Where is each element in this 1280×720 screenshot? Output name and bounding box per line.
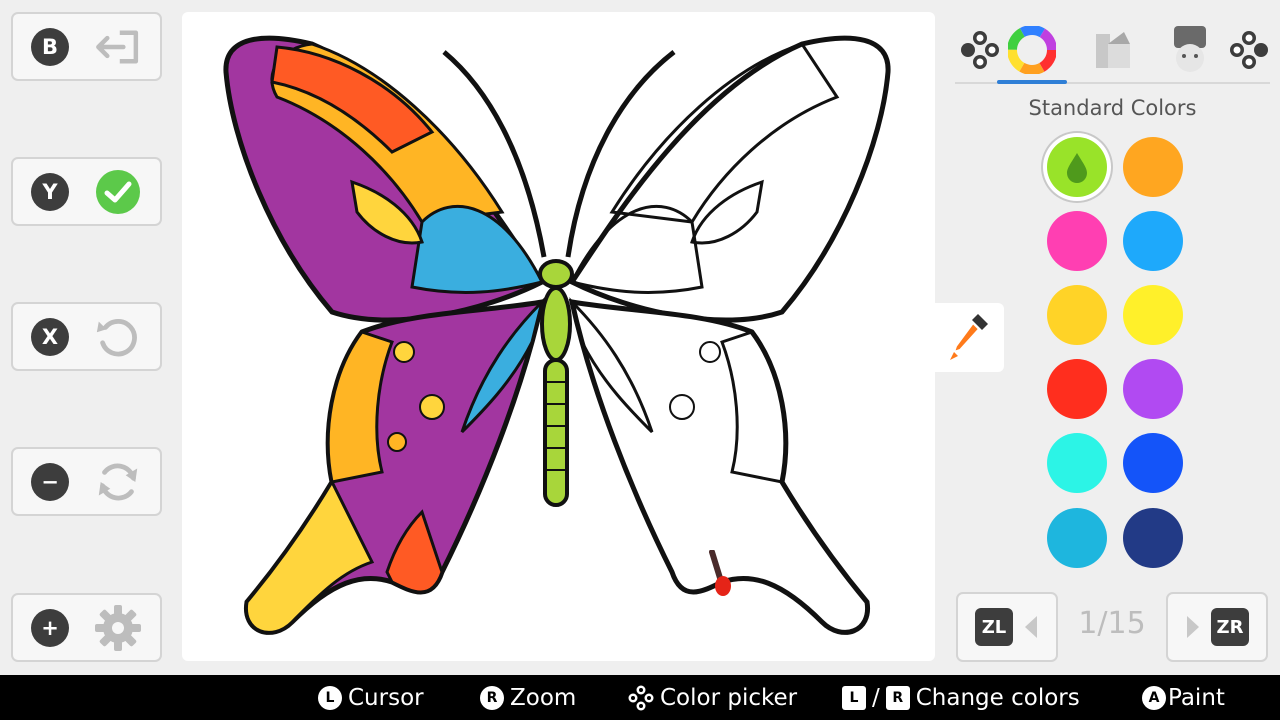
hint-change-colors: L / R Change colors <box>842 675 1080 720</box>
minus-key-icon: − <box>31 462 69 501</box>
hint-zoom-label: Zoom <box>510 684 577 711</box>
hint-slash: / <box>872 684 880 711</box>
page-count: 1/15 <box>1078 606 1146 641</box>
color-swatch[interactable] <box>1123 211 1183 271</box>
coloring-canvas[interactable] <box>182 12 935 661</box>
tab-textures[interactable] <box>1081 18 1143 82</box>
color-swatch[interactable] <box>1123 285 1183 345</box>
settings-button[interactable]: + <box>11 593 162 662</box>
palette-title: Standard Colors <box>1028 96 1197 120</box>
hint-color-picker: Color picker <box>628 675 797 720</box>
r-key-icon: R <box>885 685 910 710</box>
b-key-icon: B <box>31 27 69 66</box>
color-swatch[interactable] <box>1123 508 1183 568</box>
brush-cursor-icon <box>709 550 731 596</box>
dpad-left-icon <box>961 31 999 69</box>
left-stick-icon: L <box>318 685 342 710</box>
drop-icon <box>1067 153 1087 183</box>
exit-button[interactable]: B <box>11 12 162 81</box>
color-swatch[interactable] <box>1123 433 1183 493</box>
hint-color-picker-label: Color picker <box>660 684 798 711</box>
reset-button[interactable]: − <box>11 447 162 516</box>
confirm-button[interactable]: Y <box>11 157 162 226</box>
hint-change-colors-label: Change colors <box>915 684 1080 711</box>
color-swatch[interactable] <box>1047 359 1107 419</box>
color-swatch[interactable] <box>1047 211 1107 271</box>
tab-characters[interactable] <box>1159 18 1221 82</box>
arrow-left-icon <box>1025 616 1037 638</box>
eyedropper-icon <box>949 313 988 360</box>
color-swatch[interactable] <box>1123 137 1183 197</box>
dpad-icon <box>628 685 654 710</box>
tab-next[interactable] <box>1218 18 1280 82</box>
hint-paint: A Paint <box>1142 675 1225 720</box>
l-key-icon: L <box>842 685 866 710</box>
butterfly-artwork <box>223 35 891 635</box>
a-key-icon: A <box>1142 685 1166 710</box>
color-swatch[interactable] <box>1123 359 1183 419</box>
button-hint-bar: L Cursor R Zoom Color picker L / R Chang… <box>0 675 1280 720</box>
next-page-button[interactable]: ZR <box>1166 592 1268 662</box>
color-swatch[interactable] <box>1047 433 1107 493</box>
character-icon <box>1174 26 1206 72</box>
refresh-icon <box>93 457 143 507</box>
gear-icon <box>93 603 143 653</box>
hint-paint-label: Paint <box>1168 684 1225 711</box>
plus-key-icon: + <box>31 608 69 647</box>
hint-cursor: L Cursor <box>318 675 424 720</box>
tab-colors[interactable] <box>997 18 1067 84</box>
right-stick-icon: R <box>480 685 504 710</box>
x-key-icon: X <box>31 317 69 356</box>
undo-icon <box>93 312 143 362</box>
exit-icon <box>93 22 143 72</box>
eyedropper-button[interactable] <box>935 303 1004 372</box>
prev-page-button[interactable]: ZL <box>956 592 1058 662</box>
color-swatch[interactable] <box>1047 508 1107 568</box>
zl-key-icon: ZL <box>975 608 1013 646</box>
y-key-icon: Y <box>31 172 69 211</box>
color-swatch[interactable] <box>1047 137 1107 197</box>
color-wheel-icon <box>1008 26 1056 74</box>
undo-button[interactable]: X <box>11 302 162 371</box>
dpad-right-icon <box>1230 31 1268 69</box>
color-swatch[interactable] <box>1047 285 1107 345</box>
hint-cursor-label: Cursor <box>348 684 424 711</box>
arrow-right-icon <box>1187 616 1199 638</box>
palette-tabs <box>955 18 1270 84</box>
confirm-icon <box>93 167 143 217</box>
zr-key-icon: ZR <box>1211 608 1249 646</box>
texture-icon <box>1096 32 1130 68</box>
hint-zoom: R Zoom <box>480 675 576 720</box>
